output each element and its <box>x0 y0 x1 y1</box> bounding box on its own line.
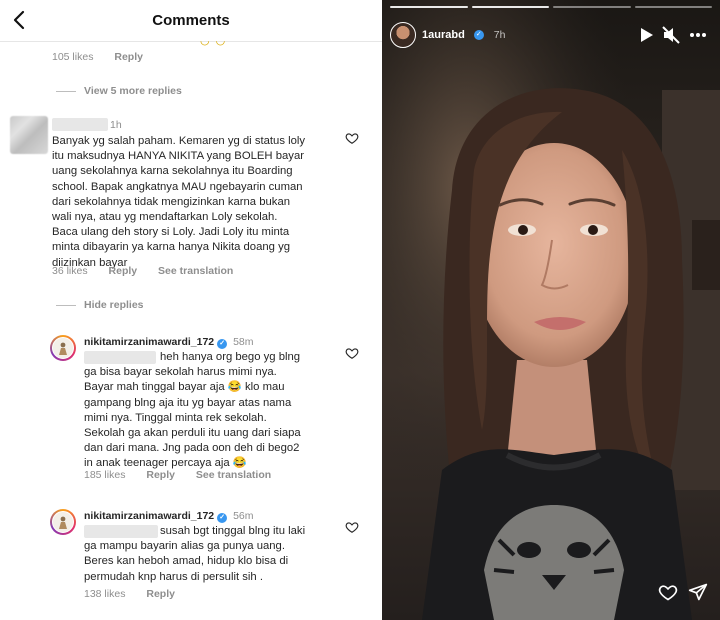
progress-segment <box>390 6 468 8</box>
comment-like-heart-icon[interactable] <box>345 131 359 145</box>
comment-translate-button[interactable]: See translation <box>158 265 233 277</box>
avatar-image <box>52 511 74 533</box>
avatar-image <box>52 337 74 359</box>
reply-likes: 138 likes <box>84 588 126 600</box>
comment-time: 1h <box>110 119 122 131</box>
story-video-frame <box>382 0 720 620</box>
reply-avatar[interactable] <box>50 509 76 535</box>
page-title: Comments <box>152 12 230 29</box>
prev-reply-button[interactable]: Reply <box>114 51 143 63</box>
story-avatar[interactable] <box>390 22 416 48</box>
hide-replies-button[interactable]: Hide replies <box>56 299 144 311</box>
reply-like-heart-icon[interactable] <box>345 520 359 534</box>
story-time: 7h <box>493 29 506 41</box>
progress-segment <box>471 6 549 8</box>
reply-reply-button[interactable]: Reply <box>146 588 175 600</box>
prev-reply-meta: 105 likes Reply <box>52 51 161 63</box>
reply-translate-button[interactable]: See translation <box>196 469 271 481</box>
comment-reply-button[interactable]: Reply <box>109 265 138 277</box>
divider-line <box>56 304 76 306</box>
reply-avatar[interactable] <box>50 335 76 361</box>
reply-username[interactable]: nikitamirzanimawardi_172 ✓ 56m <box>84 510 254 523</box>
prev-reply-likes: 105 likes <box>52 51 94 63</box>
commenter-name-blurred[interactable] <box>52 118 108 131</box>
heart-icon[interactable] <box>658 582 678 602</box>
progress-segment <box>634 6 712 8</box>
play-icon[interactable] <box>637 26 655 44</box>
view-more-replies[interactable]: View 5 more replies <box>56 85 182 97</box>
story-username[interactable]: 1aurabd <box>422 29 465 41</box>
view-more-label: View 5 more replies <box>84 85 182 97</box>
reply-time: 58m <box>233 336 254 348</box>
emoji-peek: ◡◡ <box>200 35 232 47</box>
avatar-figure-icon <box>59 342 67 355</box>
reply-username-text: nikitamirzanimawardi_172 <box>84 510 215 522</box>
reply-username-text: nikitamirzanimawardi_172 <box>84 336 215 348</box>
avatar-figure-icon <box>59 516 67 529</box>
comment-meta: 36 likes Reply See translation <box>52 265 251 277</box>
comment-likes: 36 likes <box>52 265 88 277</box>
verified-badge-icon: ✓ <box>217 513 228 523</box>
hide-replies-label: Hide replies <box>84 299 144 311</box>
reply-text: heh hanya org bego yg blng ga bisa bayar… <box>84 351 301 470</box>
story-progress-bars <box>390 6 712 8</box>
comment-text: Banyak yg salah paham. Kemaren yg di sta… <box>52 135 306 269</box>
reply-text: susah bgt tinggal blng itu laki ga mampu… <box>84 525 306 583</box>
verified-badge-icon: ✓ <box>473 30 484 40</box>
reply-reply-button[interactable]: Reply <box>146 469 175 481</box>
share-icon[interactable] <box>688 582 708 602</box>
commenter-avatar-blurred[interactable] <box>10 116 48 154</box>
comments-header: Comments <box>0 0 382 42</box>
story-viewer[interactable]: 1aurabd ✓ 7h <box>382 0 720 620</box>
verified-badge-icon: ✓ <box>217 339 228 349</box>
story-header: 1aurabd ✓ 7h <box>390 22 505 48</box>
divider-line <box>56 90 76 92</box>
reply-like-heart-icon[interactable] <box>345 346 359 360</box>
progress-segment <box>553 6 631 8</box>
mute-icon[interactable] <box>662 26 680 44</box>
comments-panel: Comments ◡◡ 105 likes Reply View 5 more … <box>0 0 382 620</box>
reply-time: 56m <box>233 510 254 522</box>
reply-likes: 185 likes <box>84 469 126 481</box>
reply-meta: 185 likes Reply See translation <box>84 469 289 481</box>
reply-username[interactable]: nikitamirzanimawardi_172 ✓ 58m <box>84 336 254 349</box>
reply-meta: 138 likes Reply <box>84 588 193 600</box>
more-icon[interactable] <box>689 26 707 44</box>
